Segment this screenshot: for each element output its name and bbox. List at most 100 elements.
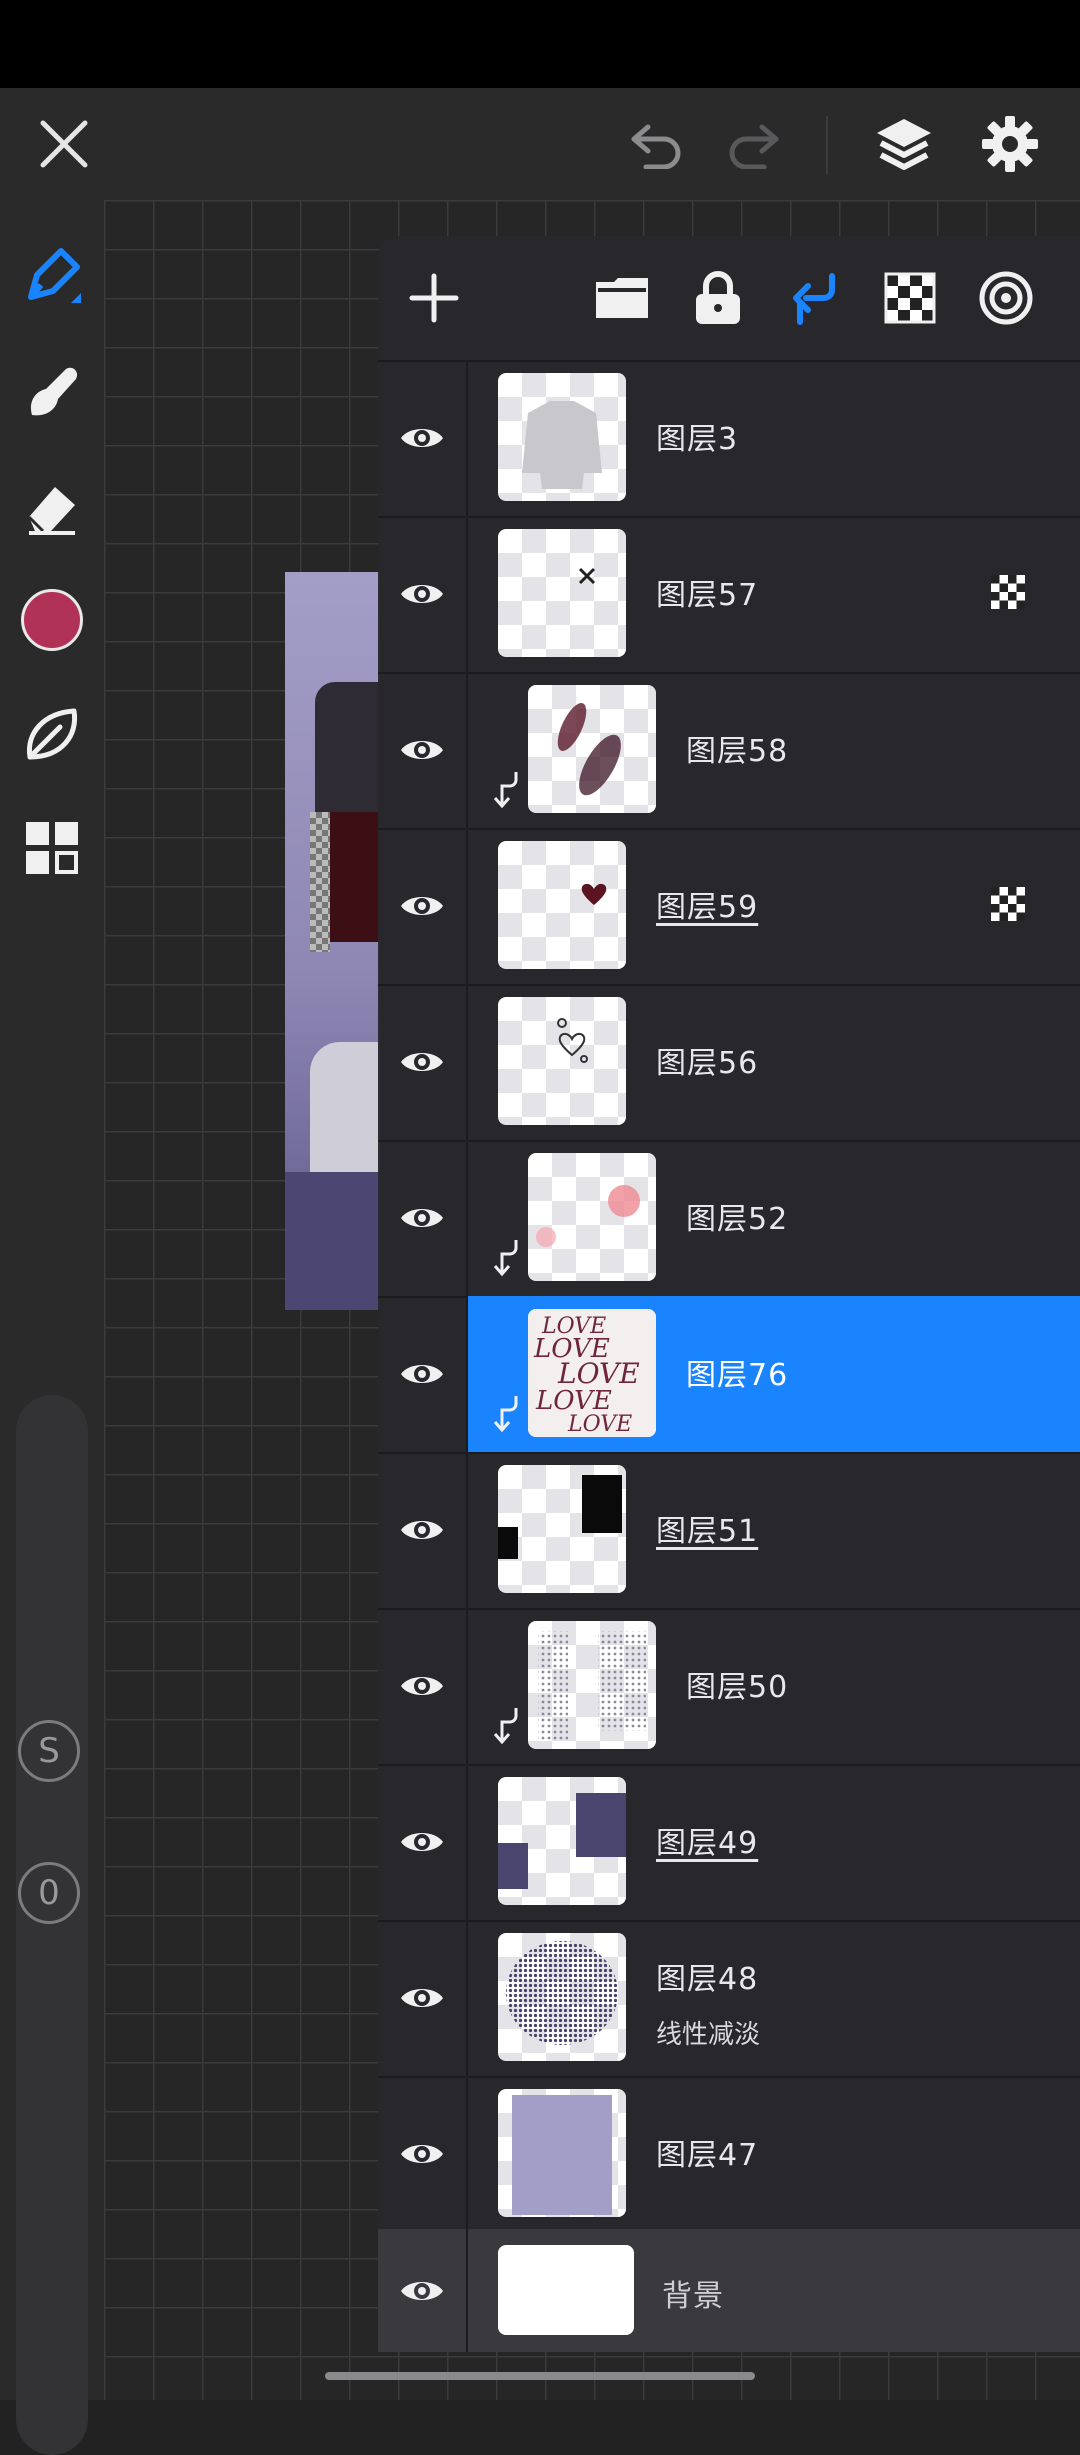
eye-icon	[401, 585, 443, 603]
layer-thumbnail	[498, 1465, 626, 1593]
eraser-tool-icon[interactable]	[14, 468, 90, 544]
undo-icon[interactable]	[620, 108, 692, 180]
eye-icon	[401, 1677, 443, 1695]
visibility-toggle[interactable]	[378, 1296, 468, 1452]
eye-icon	[401, 2145, 443, 2163]
layer-thumbnail	[498, 2089, 626, 2217]
layers-panel: 图层3 图层57 图层58 图层59 图层56 图层52 LOVE LOVE LOVE LOVE L…	[378, 236, 1080, 2352]
gear-icon[interactable]	[974, 108, 1046, 180]
layer-row[interactable]: 图层3	[378, 360, 1080, 518]
s-button[interactable]: S	[18, 1720, 80, 1782]
layer-name: 图层49	[656, 1826, 759, 1861]
smudge-tool-icon[interactable]	[14, 353, 90, 429]
eye-icon	[401, 1833, 443, 1851]
layer-thumbnail	[498, 373, 626, 501]
eye-icon	[401, 1989, 443, 2007]
layers-icon[interactable]	[868, 108, 940, 180]
visibility-toggle[interactable]	[378, 516, 468, 672]
eye-icon	[401, 1365, 443, 1383]
layer-name: 图层50	[686, 1670, 789, 1705]
layer-row[interactable]: 图层48 线性减淡	[378, 1920, 1080, 2078]
layer-thumbnail	[528, 1621, 656, 1749]
lock-icon[interactable]	[682, 262, 754, 334]
layer-name: 图层51	[656, 1514, 759, 1549]
adjustments-tool-icon[interactable]	[14, 810, 90, 886]
eye-icon	[401, 1209, 443, 1227]
layer-name: 图层3	[656, 422, 739, 457]
zero-button[interactable]: 0	[18, 1862, 80, 1924]
layer-name: 图层57	[656, 578, 759, 613]
eye-icon	[401, 1521, 443, 1539]
layer-thumbnail	[498, 997, 626, 1125]
layer-name: 图层76	[686, 1358, 789, 1393]
layer-name: 图层52	[686, 1202, 789, 1237]
layer-row[interactable]: 图层52	[378, 1140, 1080, 1298]
clipping-arrow-icon	[492, 1238, 522, 1278]
layer-name: 图层59	[656, 890, 759, 925]
layer-row[interactable]: LOVE LOVE LOVE LOVE LOVE 图层76	[378, 1296, 1080, 1454]
layer-row[interactable]: 图层59	[378, 828, 1080, 986]
layer-row[interactable]: 图层56	[378, 984, 1080, 1142]
clipping-arrow-icon	[492, 1394, 522, 1434]
clipping-mask-icon[interactable]	[778, 262, 850, 334]
layer-row[interactable]: 图层51	[378, 1452, 1080, 1610]
layer-thumbnail	[498, 2245, 634, 2335]
visibility-toggle[interactable]	[378, 1608, 468, 1764]
zero-label: 0	[38, 1873, 60, 1913]
blend-target-icon[interactable]	[970, 262, 1042, 334]
layer-name: 图层56	[656, 1046, 759, 1081]
layer-name: 图层47	[656, 2138, 759, 2173]
layer-row[interactable]: 图层57	[378, 516, 1080, 674]
layer-thumbnail	[498, 1933, 626, 2061]
brush-tool-icon[interactable]	[14, 238, 90, 314]
blend-mode-label: 线性减淡	[656, 2020, 761, 2050]
visibility-toggle[interactable]	[378, 2229, 468, 2352]
layer-thumbnail	[528, 685, 656, 813]
toolbar-divider	[826, 116, 828, 174]
add-layer-icon[interactable]	[398, 262, 470, 334]
layer-row[interactable]: 图层47	[378, 2076, 1080, 2234]
layer-name: 背景	[662, 2279, 724, 2314]
alpha-lock-badge-icon	[990, 574, 1026, 610]
top-toolbar	[0, 88, 1080, 200]
layer-row[interactable]: 图层50	[378, 1608, 1080, 1766]
visibility-toggle[interactable]	[378, 984, 468, 1140]
visibility-toggle[interactable]	[378, 672, 468, 828]
artwork-preview	[285, 572, 380, 1310]
tool-sidebar: S 0	[0, 200, 104, 2455]
size-opacity-slider[interactable]	[16, 1395, 88, 2455]
alpha-lock-badge-icon	[990, 886, 1026, 922]
close-icon[interactable]	[28, 108, 100, 180]
layer-thumbnail	[498, 1777, 626, 1905]
layer-thumbnail	[498, 529, 626, 657]
clipping-arrow-icon	[492, 1706, 522, 1746]
layer-name: 图层58	[686, 734, 789, 769]
s-label: S	[38, 1731, 60, 1771]
layer-name: 图层48	[656, 1962, 759, 1997]
alpha-lock-icon[interactable]	[874, 262, 946, 334]
layer-thumbnail	[498, 841, 626, 969]
visibility-toggle[interactable]	[378, 828, 468, 984]
layers-toolbar	[378, 236, 1080, 362]
layer-row[interactable]: 图层58	[378, 672, 1080, 830]
status-bar	[0, 0, 1080, 88]
eye-icon	[401, 741, 443, 759]
visibility-toggle[interactable]	[378, 1920, 468, 2076]
eye-icon	[401, 897, 443, 915]
color-swatch[interactable]	[14, 582, 90, 658]
visibility-toggle[interactable]	[378, 1140, 468, 1296]
visibility-toggle[interactable]	[378, 1452, 468, 1608]
layer-thumbnail	[528, 1153, 656, 1281]
visibility-toggle[interactable]	[378, 360, 468, 516]
clipping-arrow-icon	[492, 770, 522, 810]
visibility-toggle[interactable]	[378, 1764, 468, 1920]
selection-tool-icon[interactable]	[14, 697, 90, 773]
layer-row[interactable]: 图层49	[378, 1764, 1080, 1922]
folder-icon[interactable]	[586, 262, 658, 334]
redo-icon[interactable]	[718, 108, 790, 180]
layer-row-background[interactable]: 背景	[378, 2229, 1080, 2352]
eye-icon	[401, 429, 443, 447]
home-indicator	[325, 2372, 755, 2380]
layer-thumbnail: LOVE LOVE LOVE LOVE LOVE	[528, 1309, 656, 1437]
visibility-toggle[interactable]	[378, 2076, 468, 2232]
